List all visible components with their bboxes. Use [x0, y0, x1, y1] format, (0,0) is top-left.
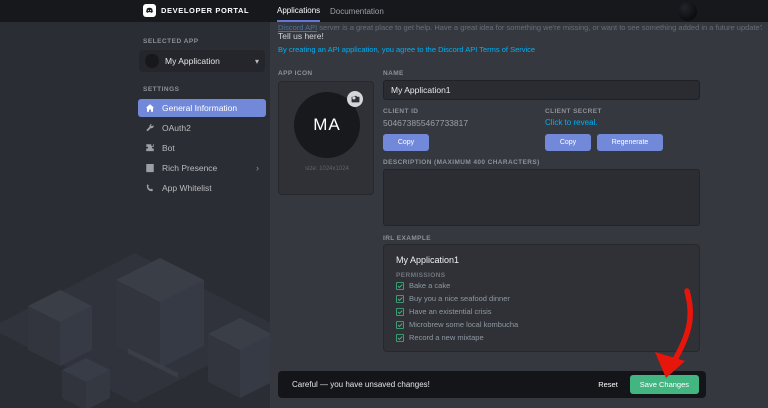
- regenerate-button[interactable]: Regenerate: [597, 134, 663, 151]
- checkbox-checked-icon: [396, 294, 404, 303]
- brand-text: DEVELOPER PORTAL: [161, 6, 250, 15]
- permission-item: Microbrew some local kombucha: [396, 320, 518, 329]
- permission-item: Buy you a nice seafood dinner: [396, 294, 510, 303]
- checkbox-checked-icon: [396, 320, 404, 329]
- checkbox-checked-icon: [396, 281, 404, 290]
- app-mini-avatar: [145, 54, 159, 68]
- reset-button[interactable]: Reset: [598, 380, 618, 389]
- camera-icon[interactable]: [347, 91, 363, 107]
- sidebar-item-label: General Information: [162, 103, 238, 113]
- client-id-value: 504673855467733817: [383, 118, 469, 128]
- irl-example-label: IRL EXAMPLE: [383, 235, 431, 242]
- discord-logo-icon: [143, 4, 156, 17]
- tell-us-here-link[interactable]: Tell us here!: [278, 31, 324, 41]
- app-icon-label: APP ICON: [278, 70, 313, 77]
- isometric-background-art: [0, 253, 270, 408]
- wrench-icon: [146, 123, 154, 132]
- permission-item: Bake a cake: [396, 281, 450, 290]
- app-selector-dropdown[interactable]: My Application ▾: [139, 50, 265, 72]
- permission-item: Record a new mixtape: [396, 333, 484, 342]
- sidebar-item-bot[interactable]: Bot: [138, 139, 266, 157]
- sidebar-item-label: App Whitelist: [162, 183, 212, 193]
- selected-app-label: SELECTED APP: [143, 38, 199, 45]
- main-content: Discord API server is a great place to g…: [270, 22, 768, 408]
- checkbox-checked-icon: [396, 307, 404, 316]
- unsaved-warning-text: Careful — you have unsaved changes!: [292, 380, 430, 389]
- api-terms-link[interactable]: By creating an API application, you agre…: [278, 45, 535, 54]
- permissions-label: PERMISSIONS: [396, 272, 446, 279]
- sidebar-item-label: Bot: [162, 143, 175, 153]
- copy-client-secret-button[interactable]: Copy: [545, 134, 591, 151]
- bot-icon: [146, 144, 154, 152]
- description-label: DESCRIPTION (MAXIMUM 400 CHARACTERS): [383, 159, 540, 166]
- document-icon: [146, 163, 154, 173]
- tab-documentation[interactable]: Documentation: [330, 0, 384, 22]
- name-label: NAME: [383, 70, 404, 77]
- chevron-down-icon: ▾: [254, 56, 259, 66]
- sidebar-item-rich-presence[interactable]: Rich Presence ›: [138, 159, 266, 177]
- client-secret-label: CLIENT SECRET: [545, 108, 602, 115]
- sidebar-item-app-whitelist[interactable]: App Whitelist: [138, 179, 266, 197]
- selected-app-name: My Application: [165, 56, 220, 66]
- top-header: DEVELOPER PORTAL Applications Documentat…: [0, 0, 768, 22]
- click-to-reveal-link[interactable]: Click to reveal.: [545, 118, 597, 127]
- save-changes-button[interactable]: Save Changes: [629, 375, 699, 394]
- app-icon-card: MA size: 1024x1024: [278, 81, 374, 195]
- icon-size-caption: size: 1024x1024: [305, 166, 349, 172]
- tab-applications[interactable]: Applications: [277, 0, 321, 22]
- permission-item: Have an existential crisis: [396, 307, 492, 316]
- user-avatar[interactable]: [678, 2, 697, 21]
- app-icon-initials: MA: [313, 115, 341, 134]
- sidebar-item-label: Rich Presence: [162, 163, 218, 173]
- unsaved-changes-bar: Careful — you have unsaved changes! Rese…: [278, 371, 706, 398]
- phone-icon: [146, 184, 153, 192]
- description-textarea[interactable]: [383, 169, 700, 226]
- irl-app-name: My Application1: [396, 255, 460, 265]
- sidebar: SELECTED APP My Application ▾ SETTINGS G…: [0, 22, 270, 408]
- app-name-input[interactable]: [383, 80, 700, 100]
- chevron-right-icon: ›: [256, 163, 259, 173]
- home-icon: [145, 104, 155, 112]
- copy-client-id-button[interactable]: Copy: [383, 134, 429, 151]
- developer-portal-brand[interactable]: DEVELOPER PORTAL: [143, 4, 249, 17]
- sidebar-item-label: OAuth2: [162, 123, 191, 133]
- irl-example-card: My Application1 PERMISSIONS Bake a cake …: [383, 244, 700, 352]
- checkbox-checked-icon: [396, 333, 404, 342]
- intro-paragraph-clipped: Discord API server is a great place to g…: [278, 23, 762, 32]
- sidebar-item-oauth2[interactable]: OAuth2: [138, 119, 266, 137]
- settings-label: SETTINGS: [143, 86, 180, 93]
- client-id-label: CLIENT ID: [383, 108, 419, 115]
- app-icon-upload[interactable]: MA: [294, 91, 363, 158]
- sidebar-item-general-information[interactable]: General Information: [138, 99, 266, 117]
